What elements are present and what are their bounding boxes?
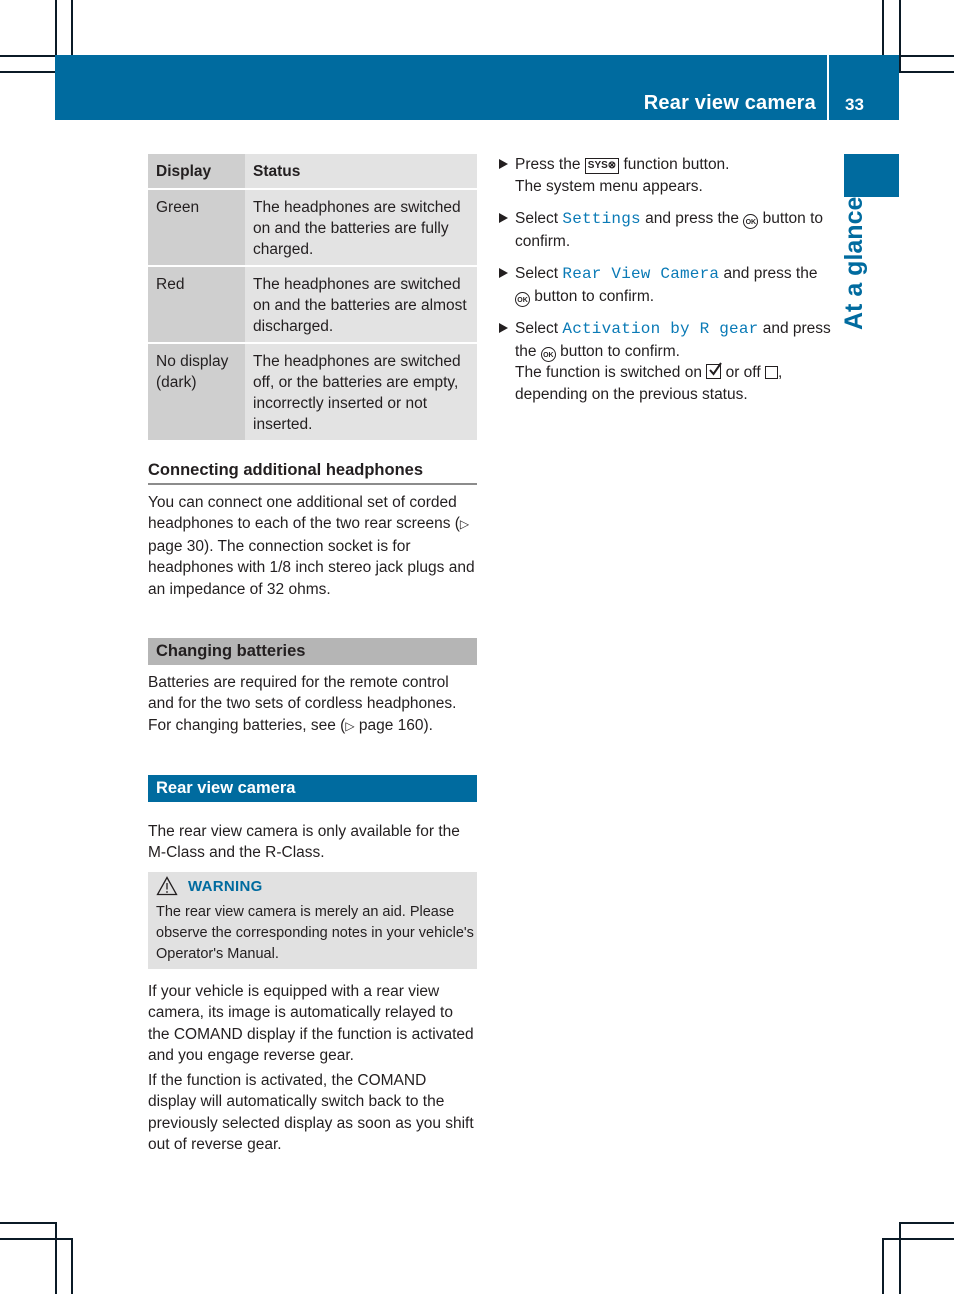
chapter-label: At a glance [840,196,868,330]
step-text: and press the [640,210,744,227]
crop-mark [71,0,73,55]
menu-item-activation-by-r-gear: Activation by R gear [562,320,759,338]
status-cell: The headphones are switched on and the b… [245,265,477,343]
sys-label: SYS [587,160,608,171]
changing-batteries-heading-bar: Changing batteries [148,638,477,665]
page-ref-text: page 160 [354,716,424,734]
step-text: and press the [719,265,818,282]
sys-button-icon: SYS⊗ [584,158,620,174]
checkbox-unchecked-icon [764,366,778,379]
ok-button-icon: OK [515,291,530,307]
text: ). [423,716,433,734]
page-number: 33 [845,95,864,114]
status-table-container: Display Status Green The headphones are … [148,154,477,440]
rear-view-camera-paragraph-1: If your vehicle is equipped with a rear … [148,983,474,1065]
ok-button-icon: OK [540,346,556,362]
warning-triangle-icon [156,876,178,896]
warning-header: WARNING [156,876,263,896]
header-divider [827,55,829,120]
table-row: No display (dark) The headphones are swi… [148,342,477,440]
display-cell: No display (dark) [148,342,245,440]
crop-mark [882,1238,884,1294]
changing-batteries-paragraph: Batteries are required for the remote co… [148,672,478,737]
crop-mark [899,55,954,57]
rear-view-camera-heading: Rear view camera [156,779,296,797]
step-text: Select [515,320,563,337]
crop-mark [0,71,55,73]
text: You can connect one additional set of co… [148,494,460,533]
crop-mark [71,1238,73,1294]
step-item: Select Settings and press the OK button … [498,208,833,252]
crop-mark [0,55,55,57]
step-arrow-icon [499,159,508,169]
step-text: button to confirm. [530,287,655,305]
checkbox-checked-icon [706,362,723,379]
warning-label: WARNING [188,877,263,895]
step-result: or off [721,364,765,381]
step-result: The system menu appears. [515,177,703,195]
instruction-steps: Press the SYS⊗ function button. The syst… [498,154,833,416]
connecting-heading: Connecting additional headphones [148,460,477,485]
page-header: Rear view camera 33 [55,55,899,120]
status-cell: The headphones are switched on and the b… [245,188,477,266]
page-ref-icon: ▷ [459,517,470,532]
connecting-paragraph: You can connect one additional set of co… [148,492,478,600]
page-ref-link[interactable]: ▷ page 160 [345,717,423,734]
table-row: Green The headphones are switched on and… [148,188,477,266]
step-item: Select Rear View Camera and press the OK… [498,263,833,307]
status-table: Display Status Green The headphones are … [148,154,477,440]
crop-mark [55,1222,57,1294]
column-header-display: Display [148,154,245,189]
step-item: Select Activation by R gear and press th… [498,318,833,405]
status-cell: The headphones are switched off, or the … [245,342,477,440]
step-text: button to confirm. [555,342,680,360]
warning-text: The rear view camera is merely an aid. P… [156,904,474,962]
crop-mark [882,1238,954,1240]
rear-view-camera-paragraph-2: If the function is activated, the COMAND… [148,1072,474,1154]
step-result: The function is switched on [515,364,707,381]
chapter-tab [844,154,899,197]
ok-button-icon: OK [743,214,759,229]
menu-item-rear-view-camera: Rear View Camera [562,265,720,283]
step-text: function button. [619,156,730,173]
crop-mark [55,0,57,55]
crop-mark [899,71,954,73]
page-ref-icon: ▷ [345,718,355,733]
step-arrow-icon [499,213,508,223]
rear-view-camera-intro: The rear view camera is only available f… [148,823,460,862]
step-text: Select [515,210,563,227]
changing-batteries-heading: Changing batteries [156,642,306,660]
step-arrow-icon [499,323,508,333]
step-text: Select [515,265,563,282]
section-title: Rear view camera [643,92,816,114]
warning-box: WARNING The rear view camera is merely a… [148,872,477,969]
menu-item-settings: Settings [562,210,641,228]
crop-mark [899,1222,954,1224]
table-row: Red The headphones are switched on and t… [148,265,477,343]
crop-mark [0,1238,71,1240]
crop-mark [0,1222,55,1224]
crop-mark [899,1222,901,1294]
crop-mark [882,0,884,55]
display-cell: Red [148,265,245,343]
step-arrow-icon [499,268,508,278]
step-text: Press the [515,156,585,173]
crop-mark [899,0,901,71]
column-header-status: Status [245,154,477,189]
table-header-row: Display Status [148,154,477,189]
step-item: Press the SYS⊗ function button. The syst… [498,154,833,197]
rear-view-camera-heading-bar: Rear view camera [148,775,477,802]
display-cell: Green [148,188,245,266]
page-ref-text: page 30 [148,537,205,555]
